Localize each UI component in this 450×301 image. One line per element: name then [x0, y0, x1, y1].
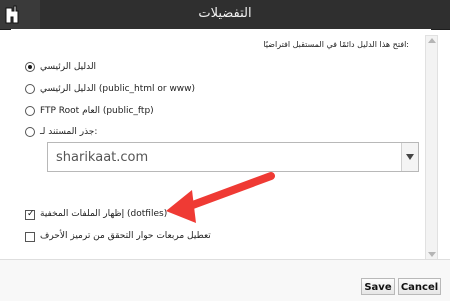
radio-document-root-label: جذر المستند لـ:	[40, 127, 98, 137]
radio-public-html[interactable]	[25, 84, 35, 94]
radio-home-directory[interactable]	[25, 62, 35, 72]
document-root-domain-select[interactable]: sharikaat.com	[47, 142, 419, 172]
disable-encoding-verification-label: تعطيل مربعات حوار التحقق من ترميز الأحرف	[40, 231, 211, 241]
chevron-down-icon[interactable]	[401, 143, 418, 171]
document-root-domain-value: sharikaat.com	[56, 150, 149, 165]
save-button[interactable]: Save	[361, 278, 395, 295]
radio-home-directory-label: الدليل الرئيسي	[40, 62, 97, 72]
dialog-titlebar: التفضيلات	[0, 0, 450, 30]
disable-encoding-verification-checkbox[interactable]	[25, 232, 35, 242]
cancel-button[interactable]: Cancel	[398, 278, 441, 295]
dialog-title: التفضيلات	[198, 6, 252, 21]
panel-scrollbar[interactable]	[425, 35, 438, 260]
radio-public-ftp-label: FTP Root العام (public_ftp)	[40, 106, 154, 116]
show-hidden-files-checkbox[interactable]	[25, 209, 35, 220]
radio-public-ftp[interactable]	[25, 106, 35, 116]
scroll-down-icon[interactable]	[428, 252, 436, 257]
scroll-up-icon[interactable]	[428, 38, 436, 43]
radio-public-html-label: الدليل الرئيسي (public_html or www)	[40, 84, 196, 94]
show-hidden-files-label: إظهار الملفات المخفية (dotfiles)	[40, 209, 168, 219]
radio-document-root[interactable]	[25, 127, 35, 137]
default-directory-description: افتح هذا الدليل دائمًا في المستقبل افترا…	[263, 40, 409, 49]
